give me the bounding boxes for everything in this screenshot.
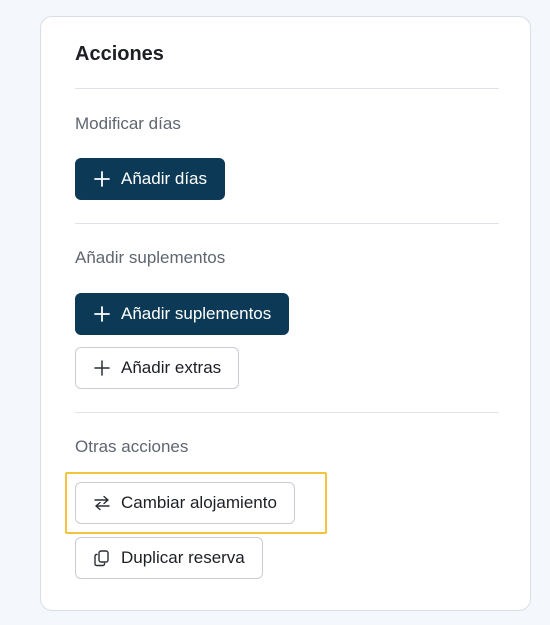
change-accommodation-button[interactable]: Cambiar alojamiento [75,482,295,524]
add-days-button-label: Añadir días [121,169,207,188]
add-supplements-button[interactable]: Añadir suplementos [75,293,290,335]
divider [75,412,499,413]
duplicate-reservation-button[interactable]: Duplicar reserva [75,537,263,579]
add-days-button[interactable]: Añadir días [75,158,225,200]
add-extras-button[interactable]: Añadir extras [75,347,240,389]
plus-icon [93,305,111,323]
duplicate-reservation-button-label: Duplicar reserva [121,548,245,567]
actions-card: Acciones Modificar días Añadir días Añad… [40,16,531,611]
add-extras-button-label: Añadir extras [121,358,222,377]
section-label-otras-acciones: Otras acciones [75,437,189,456]
plus-icon [93,170,111,188]
copy-icon [93,549,111,567]
section-label-modificar-dias: Modificar días [75,114,181,133]
card-title: Acciones [75,43,164,65]
swap-arrows-icon [93,494,111,512]
change-accommodation-button-label: Cambiar alojamiento [121,493,277,512]
plus-icon [93,359,111,377]
divider [75,88,499,89]
divider [75,223,499,224]
section-label-anadir-suplementos: Añadir suplementos [75,248,226,267]
add-supplements-button-label: Añadir suplementos [121,304,272,323]
